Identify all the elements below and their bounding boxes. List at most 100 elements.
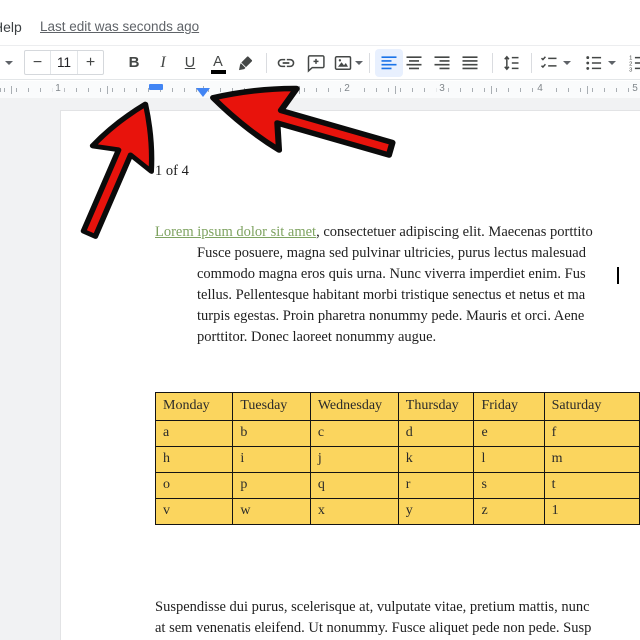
table-cell[interactable]: c [310, 421, 398, 447]
font-dropdown-caret-button[interactable] [5, 61, 13, 65]
table-row: o p q r s t [156, 473, 640, 499]
table-cell[interactable]: v [156, 499, 233, 525]
checklist-icon [539, 53, 559, 73]
table-header-cell[interactable]: Thursday [398, 393, 474, 421]
align-left-button[interactable] [375, 49, 403, 77]
table-cell[interactable]: p [233, 473, 310, 499]
table-cell[interactable]: o [156, 473, 233, 499]
chevron-down-icon [563, 61, 571, 65]
table-cell[interactable]: x [310, 499, 398, 525]
italic-button[interactable]: I [150, 49, 176, 76]
table-cell[interactable]: l [474, 447, 544, 473]
table-row: h i j k l m [156, 447, 640, 473]
decrease-font-size-button[interactable]: − [25, 51, 50, 74]
align-center-icon [404, 53, 424, 73]
align-left-icon [379, 53, 399, 73]
table-cell[interactable]: r [398, 473, 474, 499]
paragraph-line: Fusce posuere, magna sed pulvinar ultric… [197, 243, 640, 264]
text-color-swatch [211, 70, 226, 74]
align-justify-button[interactable] [460, 53, 480, 73]
bulleted-list-dropdown[interactable] [608, 61, 616, 65]
google-docs-window: Help Last edit was seconds ago − 11 + B … [0, 0, 640, 640]
toolbar-separator [531, 53, 532, 73]
table-header-row: Monday Tuesday Wednesday Thursday Friday… [156, 393, 640, 421]
left-indent-marker[interactable] [196, 88, 210, 97]
align-justify-icon [460, 53, 480, 73]
lorem-ipsum-link[interactable]: Lorem ipsum dolor sit amet [155, 224, 316, 240]
underline-button[interactable]: U [177, 49, 203, 76]
paragraph-2[interactable]: Suspendisse dui purus, scelerisque at, v… [155, 597, 640, 639]
ruler-number: 2 [341, 83, 353, 94]
paragraph-line: tellus. Pellentesque habitant morbi tris… [197, 285, 640, 306]
align-right-button[interactable] [432, 53, 452, 73]
first-line-indent-marker[interactable] [149, 84, 163, 90]
table-header-cell[interactable]: Wednesday [310, 393, 398, 421]
checklist-dropdown[interactable] [563, 61, 571, 65]
ruler-number: 4 [534, 83, 546, 94]
align-right-icon [432, 53, 452, 73]
menu-help[interactable]: Help [0, 19, 22, 35]
bold-button[interactable]: B [121, 49, 147, 76]
ruler-number: 5 [629, 83, 640, 94]
checklist-button[interactable] [539, 53, 559, 73]
font-size-control: − 11 + [24, 50, 104, 75]
insert-link-button[interactable] [276, 53, 296, 73]
table-cell[interactable]: e [474, 421, 544, 447]
table-header-cell[interactable]: Monday [156, 393, 233, 421]
paragraph-line: Lorem ipsum dolor sit amet, consectetuer… [155, 222, 640, 243]
table-cell[interactable]: h [156, 447, 233, 473]
numbered-list-icon: 1 2 3 [627, 53, 640, 73]
document-page[interactable] [60, 110, 640, 640]
insert-image-icon [333, 53, 353, 73]
table-cell[interactable]: a [156, 421, 233, 447]
table-cell[interactable]: m [544, 447, 639, 473]
weekday-table[interactable]: Monday Tuesday Wednesday Thursday Friday… [155, 392, 640, 525]
paragraph-1[interactable]: Lorem ipsum dolor sit amet, consectetuer… [155, 222, 640, 348]
insert-image-button[interactable] [333, 53, 353, 73]
toolbar-separator [492, 53, 493, 73]
svg-text:3: 3 [629, 67, 632, 73]
last-edit-status-link[interactable]: Last edit was seconds ago [40, 19, 199, 34]
document-canvas [0, 98, 640, 640]
table-header-cell[interactable]: Saturday [544, 393, 639, 421]
paragraph-line: Suspendisse dui purus, scelerisque at, v… [155, 597, 640, 618]
table-cell[interactable]: f [544, 421, 639, 447]
align-center-button[interactable] [404, 53, 424, 73]
toolbar-separator [266, 53, 267, 73]
horizontal-ruler[interactable]: 1 2 3 4 5 [0, 81, 640, 98]
ruler-number: 3 [436, 83, 448, 94]
table-cell[interactable]: d [398, 421, 474, 447]
bulleted-list-button[interactable] [584, 53, 604, 73]
add-comment-button[interactable] [306, 53, 326, 73]
increase-font-size-button[interactable]: + [78, 51, 103, 74]
table-cell[interactable]: w [233, 499, 310, 525]
line-spacing-button[interactable] [501, 53, 521, 73]
text-cursor [617, 267, 619, 284]
table-cell[interactable]: z [474, 499, 544, 525]
paragraph-line: turpis egestas. Proin pharetra nonummy p… [197, 306, 640, 327]
chevron-down-icon [355, 61, 363, 65]
paragraph-line: commodo magna eros quis urna. Nunc viver… [197, 264, 640, 285]
table-cell[interactable]: y [398, 499, 474, 525]
table-cell[interactable]: t [544, 473, 639, 499]
page-indicator: 1 of 4 [155, 161, 189, 182]
font-size-value[interactable]: 11 [50, 51, 78, 74]
toolbar-separator [369, 53, 370, 73]
table-header-cell[interactable]: Friday [474, 393, 544, 421]
table-header-cell[interactable]: Tuesday [233, 393, 310, 421]
table-row: v w x y z 1 [156, 499, 640, 525]
table-cell[interactable]: j [310, 447, 398, 473]
table-cell[interactable]: 1 [544, 499, 639, 525]
table-cell[interactable]: s [474, 473, 544, 499]
menu-bar: Help Last edit was seconds ago [0, 0, 640, 45]
insert-image-dropdown[interactable] [355, 61, 363, 65]
table-cell[interactable]: k [398, 447, 474, 473]
table-cell[interactable]: q [310, 473, 398, 499]
highlight-color-button[interactable] [237, 54, 257, 74]
numbered-list-button[interactable]: 1 2 3 [627, 53, 640, 73]
table-cell[interactable]: b [233, 421, 310, 447]
paragraph-line: porttitor. Donec laoreet nonummy augue. [197, 327, 640, 348]
text-color-button[interactable]: A [205, 49, 231, 76]
table-cell[interactable]: i [233, 447, 310, 473]
chevron-down-icon [608, 61, 616, 65]
